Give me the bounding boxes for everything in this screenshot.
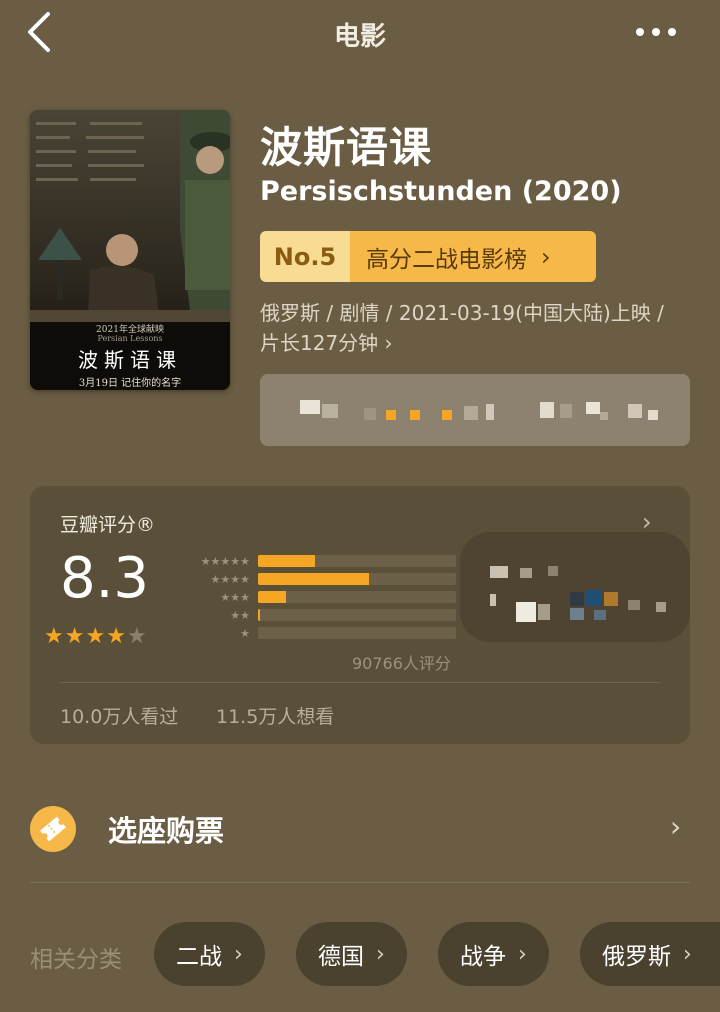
- rating-dist-bar: [258, 591, 456, 603]
- movie-meta[interactable]: 俄罗斯 / 剧情 / 2021-03-19(中国大陆)上映 / 片长127分钟 …: [260, 298, 680, 358]
- rating-dist-stars: ★★: [230, 608, 250, 622]
- rank-list-name: 高分二战电影榜 ›: [350, 231, 596, 282]
- chevron-right-icon: ›: [376, 941, 385, 967]
- watched-count[interactable]: 10.0万人看过: [60, 702, 178, 729]
- more-button[interactable]: [632, 18, 684, 46]
- rating-dist-fill: [258, 555, 316, 567]
- divider: [60, 682, 660, 683]
- rank-badge[interactable]: No.5 高分二战电影榜 ›: [260, 231, 596, 282]
- obscured-content: [460, 532, 690, 642]
- chevron-right-icon: ›: [670, 810, 682, 843]
- wish-count[interactable]: 11.5万人想看: [216, 702, 334, 729]
- chevron-right-icon: ›: [234, 941, 243, 967]
- rating-dist-fill: [258, 609, 260, 621]
- chevron-right-icon: ›: [518, 941, 527, 967]
- star-filled-icon: ★: [44, 624, 64, 649]
- category-tag-label: 战争: [460, 944, 506, 970]
- rating-label: 豆瓣评分®: [60, 514, 156, 536]
- rating-stars: ★ ★ ★ ★ ★: [44, 624, 148, 649]
- more-icon: [636, 28, 676, 36]
- category-tag-label: 德国: [318, 944, 364, 970]
- star-filled-icon: ★: [106, 624, 126, 649]
- rating-dist-fill: [258, 573, 369, 585]
- rating-dist-row: ★★★★★: [176, 554, 456, 568]
- buy-ticket-row[interactable]: 选座购票 ›: [30, 784, 690, 880]
- category-tag-germany[interactable]: 德国 ›: [296, 922, 407, 986]
- poster-title: 波斯语课: [78, 348, 182, 372]
- buy-ticket-label: 选座购票: [108, 814, 225, 848]
- star-empty-icon: ★: [126, 624, 147, 649]
- category-tag-label: 二战: [176, 944, 222, 970]
- movie-original-title: Persischstunden (2020): [260, 176, 622, 207]
- rating-dist-stars: ★★★★★: [200, 554, 250, 568]
- movie-meta-text: 俄罗斯 / 剧情 / 2021-03-19(中国大陆)上映 / 片长127分钟: [260, 301, 664, 355]
- chevron-right-icon[interactable]: ›: [642, 508, 652, 536]
- star-filled-icon: ★: [64, 624, 85, 649]
- divider: [30, 882, 690, 883]
- star-filled-icon: ★: [85, 624, 106, 649]
- chevron-right-icon: ›: [384, 331, 393, 355]
- movie-poster[interactable]: 2021年全球献映 Persian Lessons 波斯语课 3月19日 记住你…: [30, 110, 230, 390]
- rating-dist-bar: [258, 573, 456, 585]
- rating-dist-bar: [258, 609, 456, 621]
- ticket-icon: [30, 806, 76, 852]
- rating-dist-stars: ★★★★: [210, 572, 250, 586]
- category-tag-war[interactable]: 战争 ›: [438, 922, 549, 986]
- rating-dist-fill: [258, 591, 286, 603]
- rating-dist-row: ★★★★: [176, 572, 456, 586]
- rating-dist-stars: ★★★: [220, 590, 250, 604]
- rank-number: No.5: [260, 231, 350, 282]
- rating-dist-row: ★: [176, 626, 456, 640]
- rating-card[interactable]: 豆瓣评分® › 8.3 ★ ★ ★ ★ ★ ★★★★★ ★★★★ ★★★ ★★ …: [30, 486, 690, 744]
- rank-list-label: 高分二战电影榜: [366, 246, 527, 273]
- category-tag-ww2[interactable]: 二战 ›: [154, 922, 265, 986]
- chevron-right-icon: ›: [683, 941, 692, 967]
- page-title: 电影: [333, 22, 386, 52]
- rating-score: 8.3: [60, 546, 150, 611]
- movie-title: 波斯语课: [260, 123, 433, 172]
- rating-dist-bar: [258, 627, 456, 639]
- rating-count: 90766人评分: [352, 654, 451, 673]
- rating-dist-bar: [258, 555, 456, 567]
- rating-dist-stars: ★: [240, 626, 250, 640]
- category-tag-russia[interactable]: 俄罗斯 ›: [580, 922, 720, 986]
- chevron-right-icon: ›: [541, 242, 551, 271]
- related-categories-label: 相关分类: [30, 947, 122, 973]
- rating-dist-row: ★★: [176, 608, 456, 622]
- category-tag-label: 俄罗斯: [602, 944, 671, 970]
- poster-subtitle: Persian Lessons: [97, 334, 163, 343]
- poster-date: 3月19日 记住你的名字: [78, 378, 182, 389]
- obscured-content: [260, 374, 690, 446]
- rating-dist-row: ★★★: [176, 590, 456, 604]
